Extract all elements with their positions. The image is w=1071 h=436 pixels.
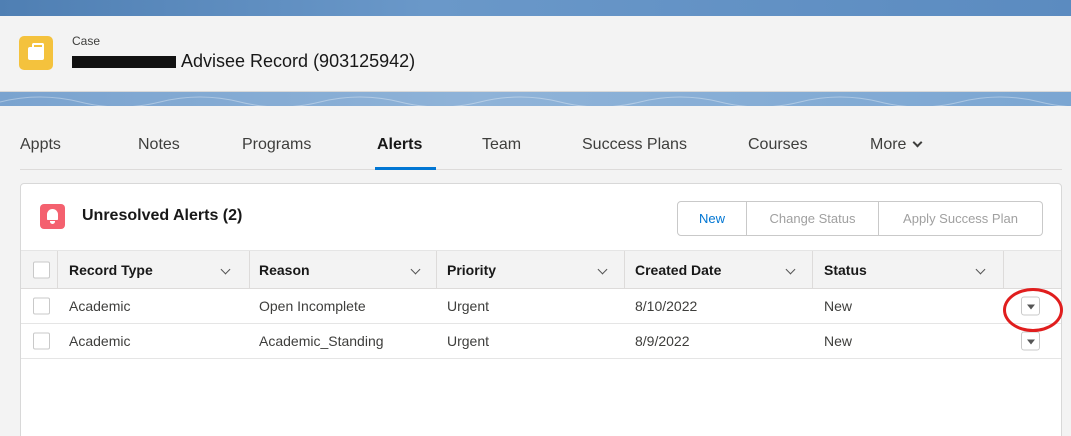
cell-priority: Urgent [447,333,490,349]
cell-status: New [824,298,853,314]
cell-created-date: 8/9/2022 [635,333,690,349]
tab-appts[interactable]: Appts [20,136,61,170]
record-header: Case Advisee Record (903125942) [0,16,1071,92]
table-row: Academic Open Incomplete Urgent 8/10/202… [21,289,1061,324]
cell-priority: Urgent [447,298,490,314]
column-header-priority[interactable]: Priority [447,251,496,288]
tab-team[interactable]: Team [482,136,521,170]
column-header-record-type[interactable]: Record Type [69,251,153,288]
tab-success-plans[interactable]: Success Plans [582,136,687,170]
tab-alerts[interactable]: Alerts [374,136,437,170]
row-checkbox[interactable] [33,297,50,315]
card-header: Unresolved Alerts (2) New Change Status … [21,184,1061,250]
select-all-checkbox[interactable] [33,261,50,278]
tab-notes[interactable]: Notes [138,136,180,170]
bell-icon [40,204,65,229]
new-button[interactable]: New [677,201,747,236]
object-label: Case [72,34,101,48]
tab-more[interactable]: More [870,136,923,170]
case-briefcase-icon [19,36,53,70]
column-divider [812,251,813,288]
alerts-table: Record Type Reason Priority Created Date… [21,250,1061,359]
top-banner [0,0,1071,16]
column-divider [624,251,625,288]
row-checkbox[interactable] [33,332,50,350]
cell-status: New [824,333,853,349]
case-record-page: Case Advisee Record (903125942) Appts No… [0,0,1071,436]
table-row: Academic Academic_Standing Urgent 8/9/20… [21,324,1061,359]
apply-success-plan-button[interactable]: Apply Success Plan [879,201,1043,236]
chevron-down-icon[interactable] [975,264,986,275]
band-pattern [0,96,1069,106]
cell-reason: Open Incomplete [259,298,366,314]
column-header-status[interactable]: Status [824,251,867,288]
card-actions: New Change Status Apply Success Plan [677,201,1043,236]
tab-courses[interactable]: Courses [748,136,808,170]
cell-record-type: Academic [69,333,131,349]
unresolved-alerts-card: Unresolved Alerts (2) New Change Status … [20,183,1062,436]
chevron-down-icon[interactable] [410,264,421,275]
cell-created-date: 8/10/2022 [635,298,698,314]
chevron-down-icon[interactable] [785,264,796,275]
card-title: Unresolved Alerts (2) [82,207,243,224]
column-divider [436,251,437,288]
record-title: Advisee Record (903125942) [181,51,416,71]
chevron-down-icon[interactable] [597,264,608,275]
red-annotation-circle [1003,288,1063,332]
redacted-name [72,55,176,68]
chevron-down-icon [913,137,923,148]
column-divider [1003,251,1004,288]
record-title-row: Advisee Record (903125942) [72,51,415,72]
change-status-button[interactable]: Change Status [747,201,879,236]
row-action-dropdown-icon[interactable] [1021,331,1040,351]
cell-reason: Academic_Standing [259,333,384,349]
table-header-row: Record Type Reason Priority Created Date… [21,250,1061,289]
column-divider [57,251,58,288]
tab-programs[interactable]: Programs [242,136,311,170]
cell-record-type: Academic [69,298,131,314]
chevron-down-icon[interactable] [220,264,231,275]
column-divider [249,251,250,288]
record-tabs: Appts Notes Programs Alerts Team Success… [20,130,1062,170]
column-header-reason[interactable]: Reason [259,251,310,288]
column-header-created-date[interactable]: Created Date [635,251,721,288]
